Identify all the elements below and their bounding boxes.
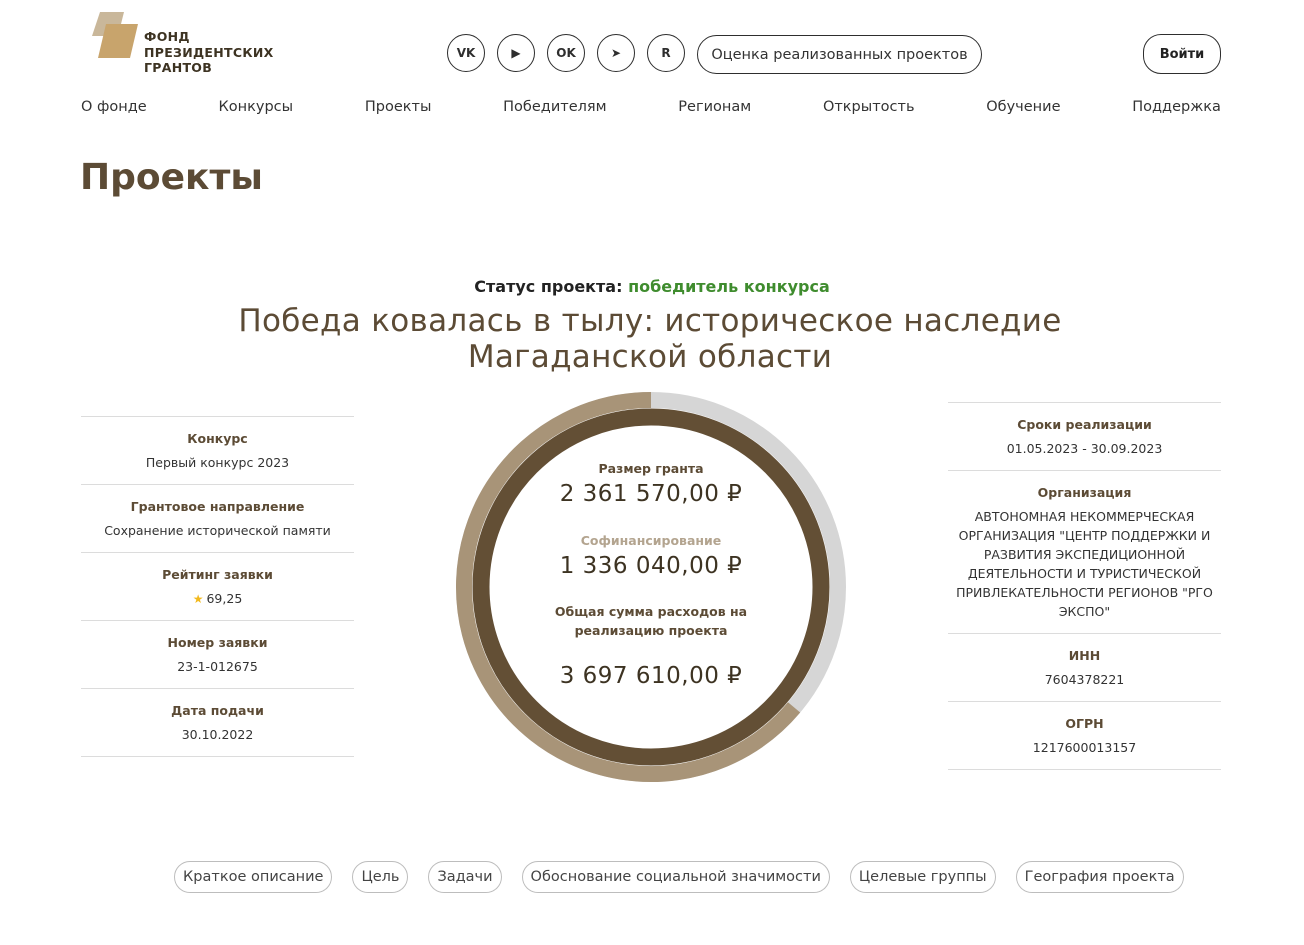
main-nav: О фонде Конкурсы Проекты Победителям Региона…	[81, 99, 1221, 115]
project-title: Победа ковалась в тылу: историческое нас…	[238, 303, 1062, 375]
info-row: ИНН 7604378221	[948, 634, 1221, 702]
info-value: 23-1-012675	[87, 657, 348, 676]
cofinancing-value: 1 336 040,00 ₽	[559, 553, 743, 579]
info-value: ★ 69,25	[87, 589, 348, 609]
telegram-link[interactable]: ➤	[597, 34, 635, 72]
vk-icon: VK	[456, 46, 476, 60]
youtube-link[interactable]: ▶	[497, 34, 535, 72]
nav-item-6[interactable]: Обучение	[986, 99, 1060, 115]
total-value: 3 697 610,00 ₽	[559, 663, 743, 689]
logo-emblem-icon	[92, 12, 138, 58]
info-label: Грантовое направление	[130, 499, 305, 514]
info-label: Рейтинг заявки	[162, 567, 273, 582]
info-row: Сроки реализации 01.05.2023 - 30.09.2023	[948, 403, 1221, 471]
evaluation-button[interactable]: Оценка реализованных проектов	[697, 35, 982, 74]
nav-item-7[interactable]: Поддержка	[1132, 99, 1221, 115]
finance-ring: Размер гранта 2 361 570,00 ₽ Софинансиро…	[452, 388, 850, 786]
info-row: ОГРН 1217600013157	[948, 702, 1221, 770]
odnoklassniki-link[interactable]: OK	[547, 34, 585, 72]
star-icon: ★	[192, 592, 204, 606]
info-label: ИНН	[1068, 648, 1101, 663]
nav-item-5[interactable]: Открытость	[823, 99, 915, 115]
status-value: победитель конкурса	[628, 277, 830, 296]
total-label: Общая сумма расходов на реализацию проек…	[554, 604, 748, 638]
info-value: Первый конкурс 2023	[87, 453, 348, 472]
tab-4[interactable]: Целевые группы	[849, 861, 996, 893]
project-status: Статус проекта: победитель конкурса	[0, 277, 1304, 296]
info-label: Организация	[1037, 485, 1132, 500]
logo-text: ФОНД ПРЕЗИДЕНТСКИХ ГРАНТОВ	[144, 29, 274, 75]
tab-5[interactable]: География проекта	[1015, 861, 1184, 893]
info-row: Организация АВТОНОМНАЯ НЕКОММЕРЧЕСКАЯ ОРГ…	[948, 471, 1221, 634]
project-info-right: Сроки реализации 01.05.2023 - 30.09.2023 О…	[948, 402, 1221, 770]
status-label: Статус проекта:	[474, 277, 623, 296]
info-value: 1217600013157	[954, 738, 1215, 757]
page-title: Проекты	[80, 157, 263, 198]
info-value-text: 23-1-012675	[177, 659, 258, 674]
rutube-link[interactable]: R	[647, 34, 685, 72]
info-value: 30.10.2022	[87, 725, 348, 744]
login-button[interactable]: Войти	[1143, 34, 1221, 74]
info-label: Конкурс	[187, 431, 248, 446]
tab-2[interactable]: Задачи	[428, 861, 502, 893]
info-label: Сроки реализации	[1017, 417, 1152, 432]
info-value: Сохранение исторической памяти	[87, 521, 348, 540]
odnoklassniki-icon: OK	[556, 46, 576, 60]
info-value-text: 7604378221	[1044, 672, 1125, 687]
grant-value: 2 361 570,00 ₽	[559, 481, 743, 507]
info-label: Номер заявки	[167, 635, 268, 650]
tab-0[interactable]: Краткое описание	[174, 861, 333, 893]
info-value: 7604378221	[954, 670, 1215, 689]
nav-item-0[interactable]: О фонде	[81, 99, 147, 115]
info-value: АВТОНОМНАЯ НЕКОММЕРЧЕСКАЯ ОРГАНИЗАЦИЯ "Ц…	[954, 507, 1215, 621]
rutube-icon: R	[661, 46, 671, 60]
info-value-text: 01.05.2023 - 30.09.2023	[1006, 441, 1163, 456]
info-row: Грантовое направление Сохранение историче…	[81, 485, 354, 553]
tab-3[interactable]: Обоснование социальной значимости	[521, 861, 830, 893]
nav-item-3[interactable]: Победителям	[503, 99, 606, 115]
finance-summary: Размер гранта 2 361 570,00 ₽ Софинансиро…	[452, 388, 850, 786]
vk-link[interactable]: VK	[447, 34, 485, 72]
nav-item-4[interactable]: Регионам	[678, 99, 751, 115]
info-value: 01.05.2023 - 30.09.2023	[954, 439, 1215, 458]
social-links: VK ▶ OK ➤ R	[447, 34, 685, 72]
info-value-text: АВТОНОМНАЯ НЕКОММЕРЧЕСКАЯ ОРГАНИЗАЦИЯ "Ц…	[956, 509, 1213, 619]
info-label: Дата подачи	[171, 703, 264, 718]
nav-item-1[interactable]: Конкурсы	[218, 99, 293, 115]
grant-label: Размер гранта	[598, 461, 704, 476]
nav-item-2[interactable]: Проекты	[365, 99, 432, 115]
telegram-icon: ➤	[610, 46, 622, 60]
youtube-icon: ▶	[511, 46, 521, 60]
info-row: Рейтинг заявки ★ 69,25	[81, 553, 354, 621]
info-row: Номер заявки 23-1-012675	[81, 621, 354, 689]
info-value-text: 69,25	[206, 591, 243, 606]
logo[interactable]: ФОНД ПРЕЗИДЕНТСКИХ ГРАНТОВ	[88, 10, 288, 76]
tab-1[interactable]: Цель	[352, 861, 409, 893]
info-value-text: 30.10.2022	[181, 727, 254, 742]
cofinancing-label: Софинансирование	[580, 533, 722, 548]
info-row: Дата подачи 30.10.2022	[81, 689, 354, 757]
info-value-text: Сохранение исторической памяти	[104, 523, 331, 538]
project-info-left: Конкурс Первый конкурс 2023 Грантовое напр…	[81, 416, 354, 757]
info-row: Конкурс Первый конкурс 2023	[81, 417, 354, 485]
project-tabs: Краткое описание Цель Задачи Обоснование со…	[174, 861, 1184, 893]
info-value-text: Первый конкурс 2023	[145, 455, 290, 470]
info-value-text: 1217600013157	[1032, 740, 1137, 755]
info-label: ОГРН	[1065, 716, 1104, 731]
